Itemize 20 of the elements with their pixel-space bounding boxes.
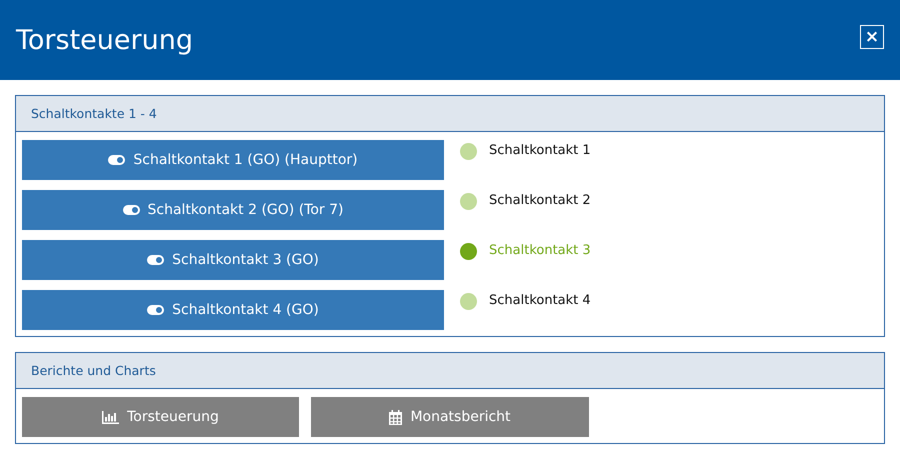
status-label: Schaltkontakt 1 [489,143,591,158]
toggle-icon [122,205,140,215]
bar-chart-icon [102,410,120,424]
window-title: Torsteuerung [16,24,193,56]
status-label: Schaltkontakt 2 [489,193,591,208]
toggle-icon [108,155,126,165]
calendar-icon [389,410,402,424]
panel-title: Berichte und Charts [16,353,884,389]
toggle-icon [147,255,164,265]
switch-button[interactable]: Schaltkontakt 3 (GO) [22,240,444,280]
close-button[interactable]: × [860,25,884,49]
status-label: Schaltkontakt 3 [489,243,591,258]
toggle-icon [147,305,164,315]
switch-button[interactable]: Schaltkontakt 4 (GO) [22,290,444,330]
switch-button[interactable]: Schaltkontakt 2 (GO) (Tor 7) [22,190,444,230]
chart-button[interactable]: Torsteuerung [22,397,299,437]
status-label: Schaltkontakt 4 [489,293,591,308]
switch-button[interactable]: Schaltkontakt 1 (GO) (Haupttor) [22,140,444,180]
report-button[interactable]: Monatsbericht [311,397,589,437]
panel-title: Schaltkontakte 1 - 4 [16,96,884,132]
